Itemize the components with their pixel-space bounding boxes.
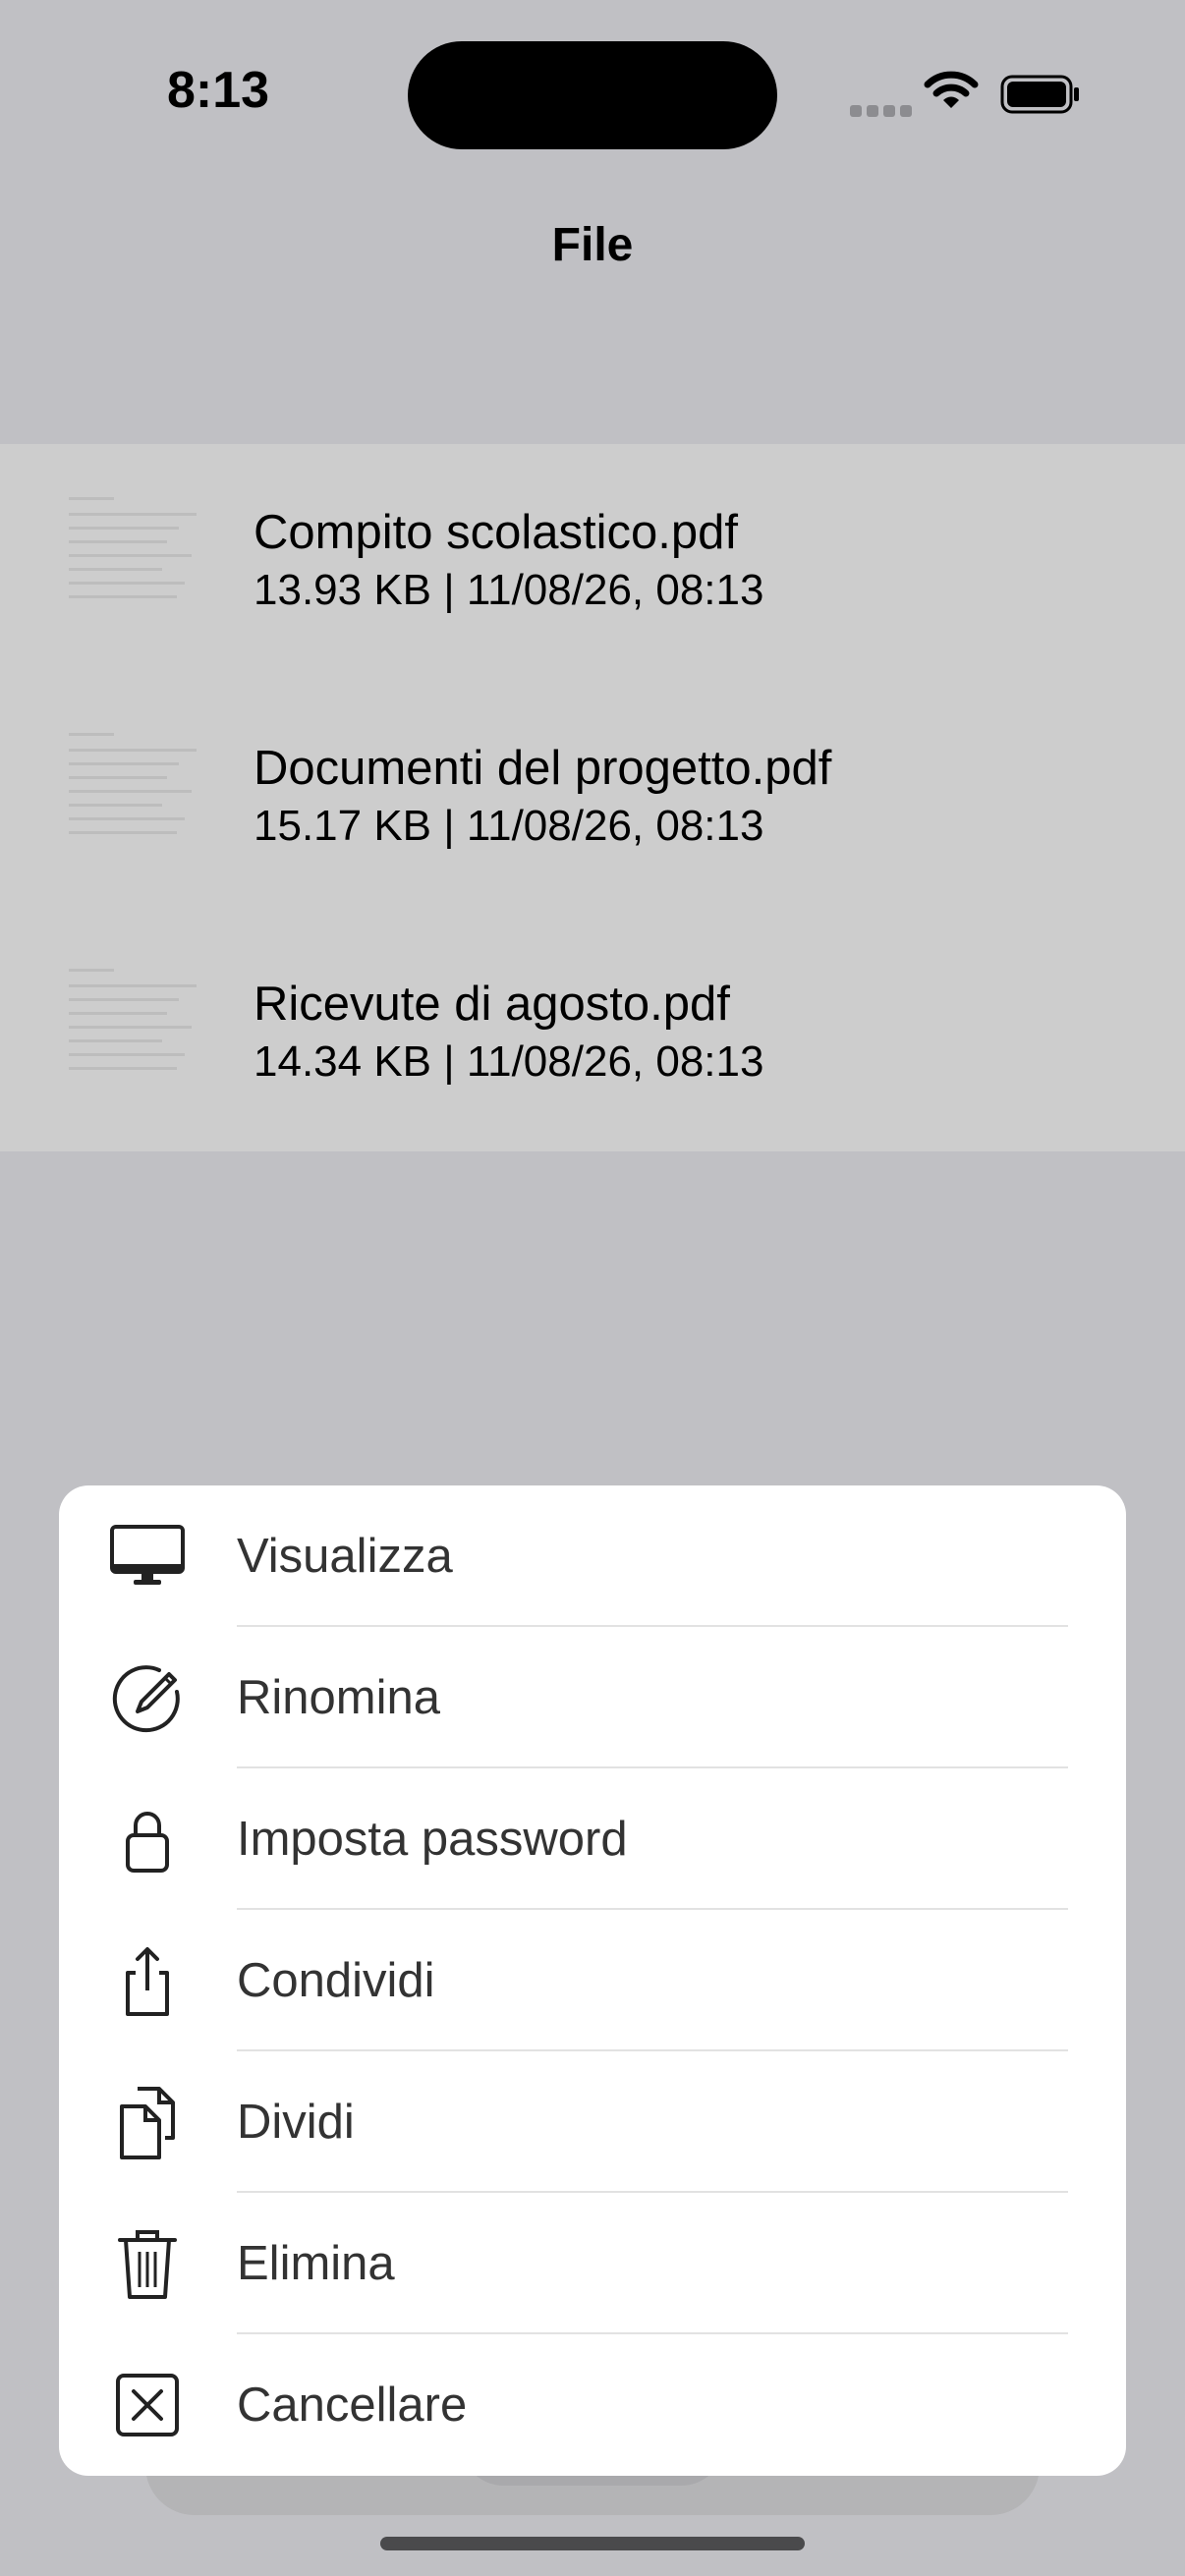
trash-icon	[118, 2230, 177, 2299]
action-delete[interactable]: Elimina	[59, 2193, 1126, 2334]
share-icon	[126, 1947, 169, 2016]
action-rename[interactable]: Rinomina	[59, 1627, 1126, 1768]
file-meta: 15.17 KB | 11/08/26, 08:13	[254, 802, 764, 850]
pdf-thumbnail-icon	[69, 497, 197, 598]
file-list: Compito scolastico.pdf 13.93 KB | 11/08/…	[0, 444, 1185, 1151]
action-label: Condividi	[237, 1954, 435, 2007]
battery-icon	[1000, 75, 1079, 114]
action-sheet: Visualizza Rinomina Imposta password Con…	[59, 1485, 1126, 2476]
file-row[interactable]: Documenti del progetto.pdf 15.17 KB | 11…	[0, 680, 1185, 916]
home-indicator	[380, 2537, 805, 2550]
action-cancel[interactable]: Cancellare	[59, 2334, 1126, 2476]
cellular-signal-icon	[850, 104, 917, 122]
lock-icon	[126, 1812, 169, 1873]
file-name: Compito scolastico.pdf	[254, 506, 738, 559]
action-label: Cancellare	[237, 2379, 468, 2432]
pdf-thumbnail-icon	[69, 733, 197, 834]
action-view[interactable]: Visualizza	[59, 1485, 1126, 1627]
file-meta: 14.34 KB | 11/08/26, 08:13	[254, 1037, 764, 1086]
file-meta: 13.93 KB | 11/08/26, 08:13	[254, 566, 764, 614]
action-split[interactable]: Dividi	[59, 2051, 1126, 2193]
action-label: Rinomina	[237, 1671, 440, 1724]
file-name: Documenti del progetto.pdf	[254, 742, 832, 795]
dynamic-island	[408, 41, 777, 149]
file-name: Ricevute di agosto.pdf	[254, 978, 730, 1031]
split-documents-icon	[120, 2087, 175, 2159]
action-set-password[interactable]: Imposta password	[59, 1768, 1126, 1910]
xmark-square-icon	[116, 2374, 179, 2436]
action-label: Imposta password	[237, 1813, 628, 1866]
monitor-icon	[110, 1525, 185, 1585]
pencil-circle-icon	[112, 1665, 180, 1733]
action-label: Visualizza	[237, 1530, 453, 1583]
status-time: 8:13	[167, 62, 270, 119]
page-title: File	[551, 219, 634, 271]
status-bar: 8:13	[0, 0, 1185, 196]
action-label: Dividi	[237, 2096, 355, 2149]
action-label: Elimina	[237, 2237, 395, 2290]
action-share[interactable]: Condividi	[59, 1910, 1126, 2051]
wifi-icon	[924, 71, 979, 108]
file-row[interactable]: Ricevute di agosto.pdf 14.34 KB | 11/08/…	[0, 916, 1185, 1151]
pdf-thumbnail-icon	[69, 969, 197, 1070]
file-row[interactable]: Compito scolastico.pdf 13.93 KB | 11/08/…	[0, 444, 1185, 680]
